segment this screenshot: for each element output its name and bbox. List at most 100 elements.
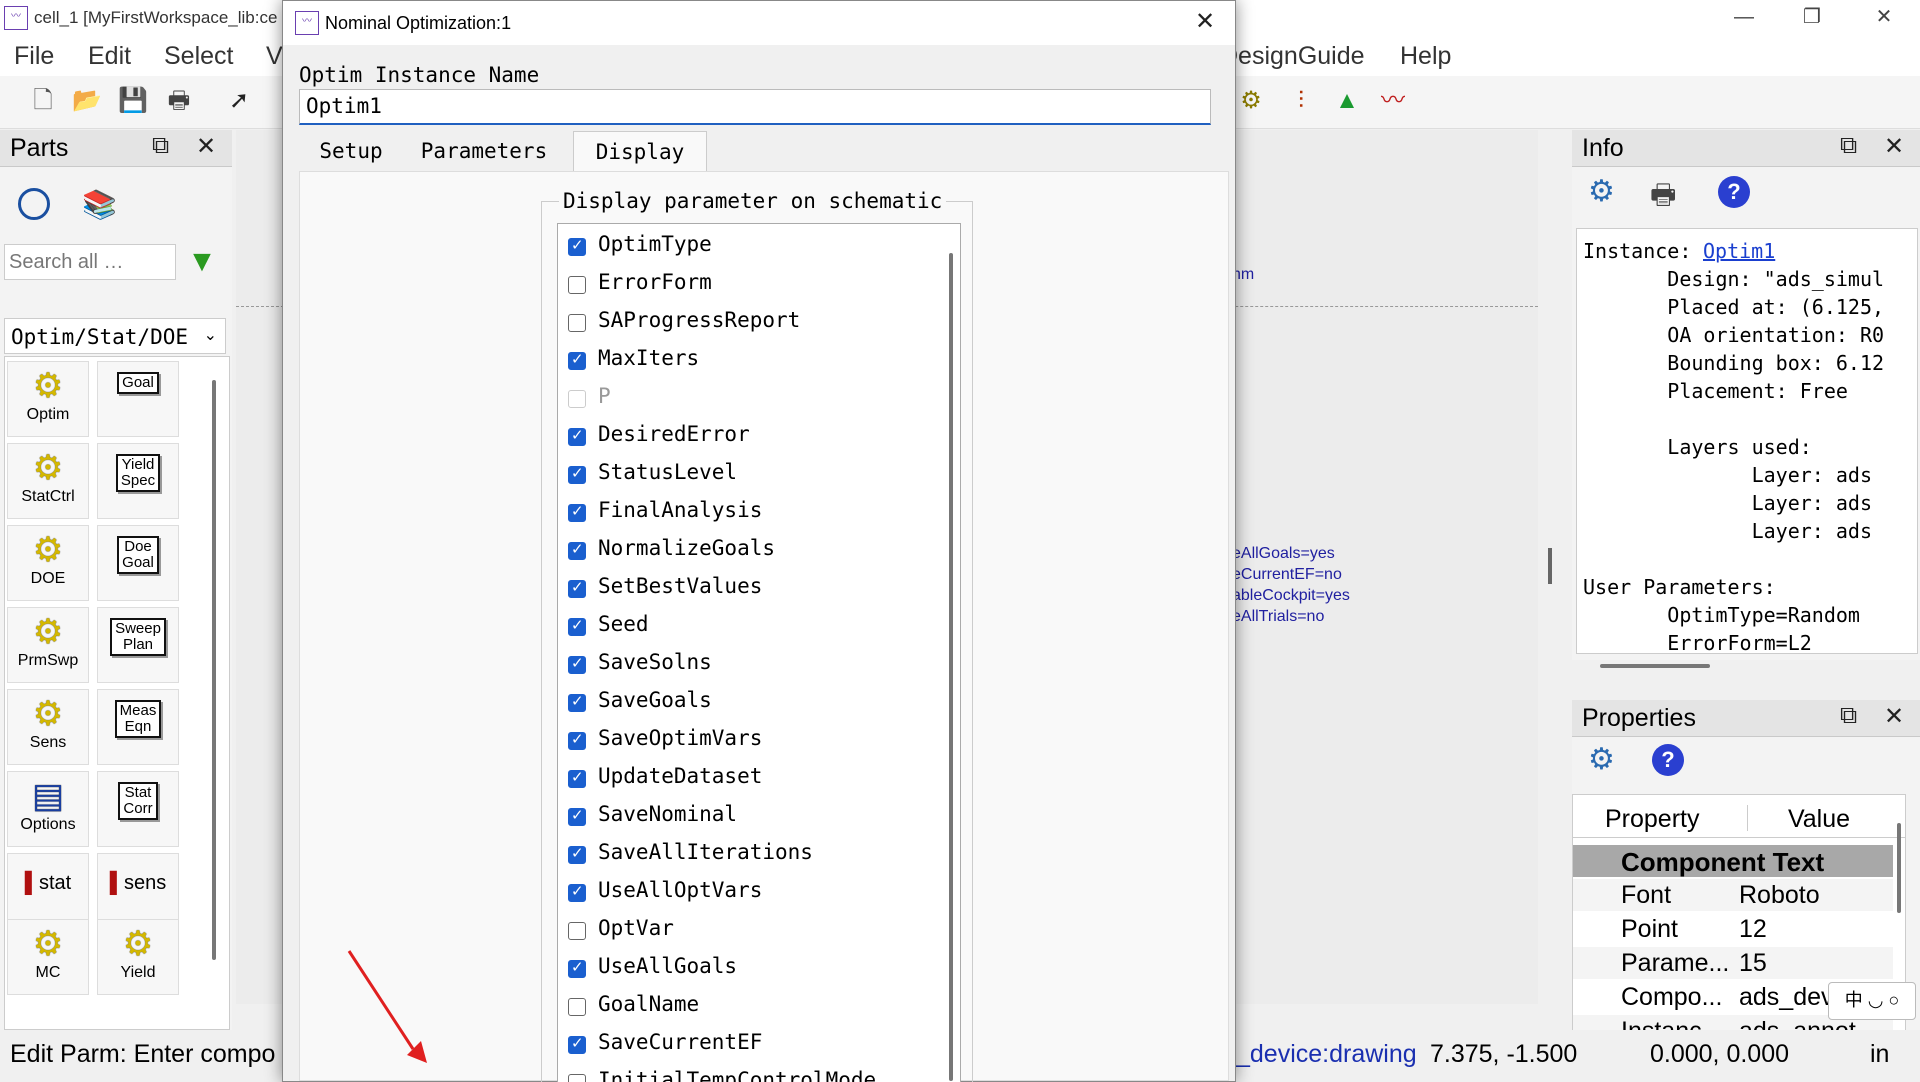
menu-edit[interactable]: Edit xyxy=(88,42,131,71)
property-value[interactable]: 15 xyxy=(1739,949,1767,978)
data-display-icon[interactable]: 〰 xyxy=(1378,86,1408,116)
property-value[interactable]: ads_dev xyxy=(1739,983,1834,1012)
property-row[interactable]: Point 12 xyxy=(1573,913,1893,945)
checkbox[interactable] xyxy=(568,616,586,636)
simulate-icon[interactable]: ▲ xyxy=(1332,86,1362,116)
palette-item[interactable]: ⚙ Optim xyxy=(7,361,89,437)
property-value[interactable]: Roboto xyxy=(1739,881,1820,910)
param-checkbox-row[interactable]: SAProgressReport xyxy=(558,304,938,340)
column-value[interactable]: Value xyxy=(1749,805,1889,834)
close-panel-icon[interactable]: ✕ xyxy=(1884,702,1904,731)
print-icon[interactable]: 🖶 xyxy=(164,86,194,116)
param-checkbox-row[interactable]: SaveGoals xyxy=(558,684,938,720)
library-books-icon[interactable]: 📚 xyxy=(82,188,117,221)
palette-item[interactable]: ▌sens xyxy=(97,853,179,929)
param-checkbox-row[interactable]: StatusLevel xyxy=(558,456,938,492)
float-panel-icon[interactable]: ⧉ xyxy=(1840,702,1857,730)
ime-indicator[interactable]: 中 ◡ ○ xyxy=(1828,982,1916,1020)
properties-section-row[interactable]: Component Text xyxy=(1573,845,1893,877)
library-dropdown[interactable]: Optim/Stat/DOE ⌄ xyxy=(4,318,226,354)
float-panel-icon[interactable]: ⧉ xyxy=(152,132,169,160)
palette-item[interactable]: Sweep Plan xyxy=(97,607,179,683)
param-checkbox-row[interactable]: DesiredError xyxy=(558,418,938,454)
param-checkbox-row[interactable]: NormalizeGoals xyxy=(558,532,938,568)
tuning-icon[interactable]: ⫶ xyxy=(1286,86,1316,116)
param-checkbox-row[interactable]: UpdateDataset xyxy=(558,760,938,796)
checkbox[interactable] xyxy=(568,1074,586,1082)
palette-item[interactable]: ⚙ StatCtrl xyxy=(7,443,89,519)
list-scrollbar[interactable] xyxy=(949,253,953,1081)
palette-item[interactable]: Doe Goal xyxy=(97,525,179,601)
properties-scrollbar[interactable] xyxy=(1897,823,1901,913)
param-checkbox-row[interactable]: MaxIters xyxy=(558,342,938,378)
param-checkbox-row[interactable]: Seed xyxy=(558,608,938,644)
param-checkbox-row[interactable]: OptimType xyxy=(558,228,938,264)
filter-funnel-icon[interactable]: ▼ xyxy=(182,244,222,280)
palette-item[interactable]: ⚙ DOE xyxy=(7,525,89,601)
palette-item[interactable]: ▤ Options xyxy=(7,771,89,847)
settings-gear-icon[interactable]: ⚙ xyxy=(1588,174,1615,209)
param-checkbox-row[interactable]: SetBestValues xyxy=(558,570,938,606)
param-checkbox-row[interactable]: ErrorForm xyxy=(558,266,938,302)
property-value[interactable]: 12 xyxy=(1739,915,1767,944)
column-property[interactable]: Property xyxy=(1605,805,1699,834)
param-checkbox-row[interactable]: UseAllGoals xyxy=(558,950,938,986)
palette-scrollbar[interactable] xyxy=(212,380,216,960)
param-checkbox-row[interactable]: SaveCurrentEF xyxy=(558,1026,938,1062)
menu-designguide[interactable]: DesignGuide xyxy=(1220,42,1365,71)
checkbox[interactable] xyxy=(568,922,586,940)
property-row[interactable]: Font Roboto xyxy=(1573,879,1893,911)
minimize-button[interactable]: — xyxy=(1716,0,1772,36)
checkbox[interactable] xyxy=(568,998,586,1016)
checkbox[interactable] xyxy=(568,806,586,826)
param-checkbox-row[interactable]: SaveOptimVars xyxy=(558,722,938,758)
param-checkbox-row[interactable]: SaveNominal xyxy=(558,798,938,834)
checkbox[interactable] xyxy=(568,882,586,902)
menu-file[interactable]: File xyxy=(14,42,54,71)
info-horizontal-scrollbar[interactable] xyxy=(1600,664,1710,668)
palette-item[interactable]: ⚙ Sens xyxy=(7,689,89,765)
param-checkbox-row[interactable]: FinalAnalysis xyxy=(558,494,938,530)
optimize-gear-icon[interactable]: ⚙ xyxy=(1236,86,1266,116)
palette-item[interactable]: Yield Spec xyxy=(97,443,179,519)
restore-button[interactable]: ❐ xyxy=(1784,0,1840,36)
palette-item[interactable]: ⚙ MC xyxy=(7,919,89,995)
checkbox[interactable] xyxy=(568,768,586,788)
checkbox[interactable] xyxy=(568,236,586,256)
checkbox[interactable] xyxy=(568,844,586,864)
open-folder-icon[interactable]: 📂 xyxy=(72,86,102,116)
close-button[interactable]: ✕ xyxy=(1856,0,1912,36)
checkbox[interactable] xyxy=(568,958,586,978)
tab-setup[interactable]: Setup xyxy=(299,131,403,171)
tab-display[interactable]: Display xyxy=(573,131,707,172)
palette-item[interactable]: Goal xyxy=(97,361,179,437)
palette-item[interactable]: Stat Corr xyxy=(97,771,179,847)
param-checkbox-row[interactable]: SaveSolns xyxy=(558,646,938,682)
settings-gear-icon[interactable]: ⚙ xyxy=(1588,742,1615,777)
help-icon[interactable]: ? xyxy=(1718,176,1750,208)
menu-view[interactable]: V xyxy=(266,42,283,71)
checkbox[interactable] xyxy=(568,540,586,560)
checkbox[interactable] xyxy=(568,578,586,598)
help-icon[interactable]: ? xyxy=(1652,744,1684,776)
close-panel-icon[interactable]: ✕ xyxy=(196,132,216,161)
checkbox[interactable] xyxy=(568,276,586,294)
checkbox[interactable] xyxy=(568,350,586,370)
instance-name-input[interactable]: Optim1 xyxy=(299,89,1211,125)
save-icon[interactable]: 💾 xyxy=(118,86,148,116)
checkbox[interactable] xyxy=(568,426,586,446)
recent-clock-icon[interactable] xyxy=(18,188,50,220)
param-checkbox-row[interactable]: InitialTempControlMode xyxy=(558,1064,938,1082)
menu-select[interactable]: Select xyxy=(164,42,233,71)
parts-search-input[interactable]: Search all … xyxy=(4,244,176,280)
float-panel-icon[interactable]: ⧉ xyxy=(1840,132,1857,160)
dialog-close-icon[interactable]: ✕ xyxy=(1195,7,1215,36)
close-panel-icon[interactable]: ✕ xyxy=(1884,132,1904,161)
print-icon[interactable]: 🖶 xyxy=(1650,174,1676,222)
param-checkbox-row[interactable]: SaveAllIterations xyxy=(558,836,938,872)
palette-item[interactable]: ⚙ Yield xyxy=(97,919,179,995)
select-pointer-icon[interactable]: ➚ xyxy=(224,86,254,116)
checkbox[interactable] xyxy=(568,502,586,522)
checkbox[interactable] xyxy=(568,692,586,712)
palette-item[interactable]: ⚙ PrmSwp xyxy=(7,607,89,683)
